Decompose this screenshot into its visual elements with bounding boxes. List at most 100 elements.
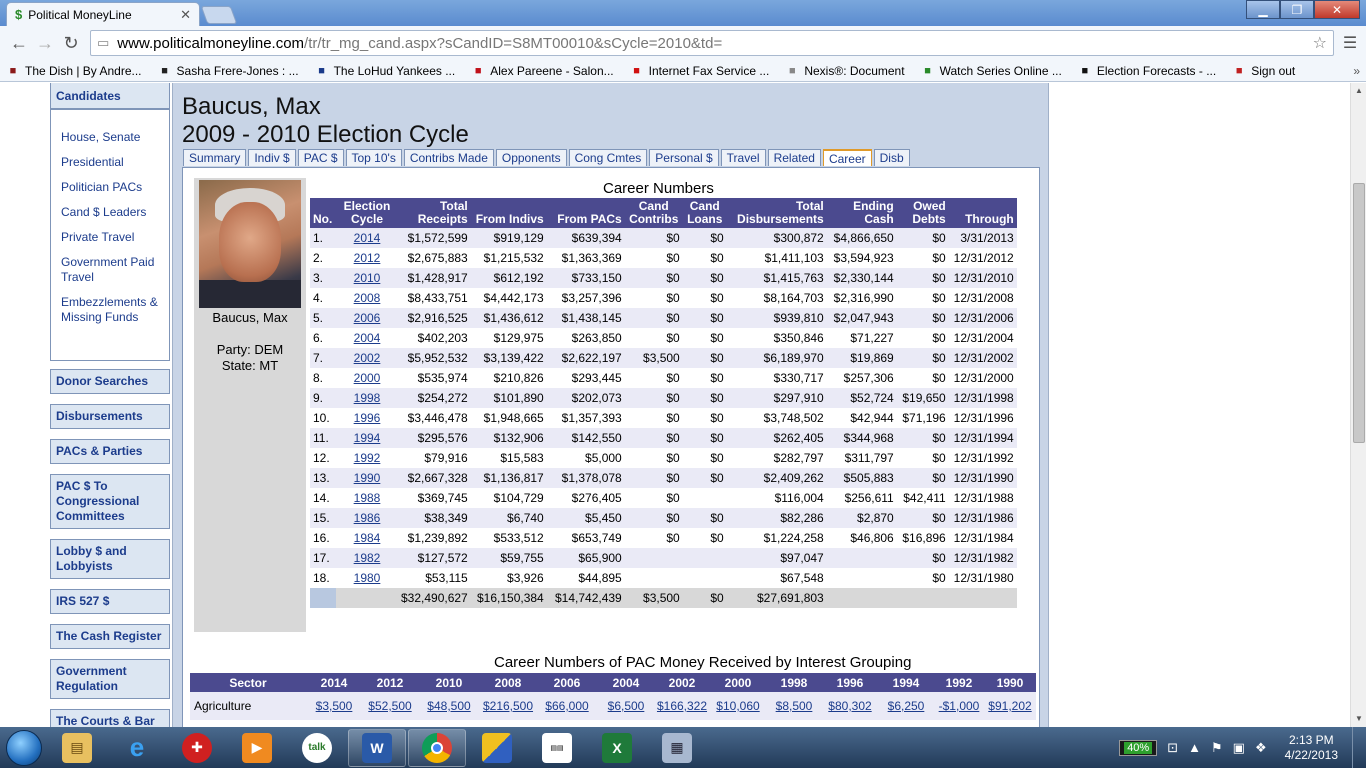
taskbar-explorer[interactable]: ▤ (48, 729, 106, 767)
taskbar-word[interactable]: W (348, 728, 406, 767)
tab-contribs-made[interactable]: Contribs Made (403, 149, 494, 166)
bookmark-item[interactable]: ■ Sign out (1232, 64, 1295, 78)
nav-box-link[interactable]: Disbursements (50, 404, 170, 429)
cycle-link[interactable]: 2014 (354, 231, 381, 245)
tab-cong-cmtes[interactable]: Cong Cmtes (568, 149, 648, 166)
taskbar-ie[interactable]: e (108, 729, 166, 767)
cycle-link[interactable]: 2000 (354, 371, 381, 385)
tab-pac-[interactable]: PAC $ (297, 149, 344, 166)
taskbar-gtalk[interactable]: talk (288, 729, 346, 767)
more-bookmarks-icon[interactable]: » (1353, 64, 1360, 78)
tab-related[interactable]: Related (767, 149, 821, 166)
cycle-link[interactable]: 1990 (354, 471, 381, 485)
cycle-link[interactable]: 2010 (354, 271, 381, 285)
browser-tab[interactable]: $ Political MoneyLine ✕ (6, 2, 200, 26)
battery-indicator[interactable]: 40% (1119, 739, 1158, 756)
bookmark-item[interactable]: ■ The LoHud Yankees ... (315, 64, 455, 78)
taskbar-media[interactable]: ▶ (228, 729, 286, 767)
taskbar-excel[interactable]: X (588, 729, 646, 767)
pac-amount-link[interactable]: $216,500 (483, 699, 533, 713)
show-desktop-button[interactable] (1352, 727, 1366, 768)
nav-box-link[interactable]: PACs & Parties (50, 439, 170, 464)
tab-top-10-s[interactable]: Top 10's (345, 149, 402, 166)
address-bar[interactable]: ▭ www.politicalmoneyline.com/tr/tr_mg_ca… (90, 30, 1334, 56)
cycle-link[interactable]: 2004 (354, 331, 381, 345)
forward-icon[interactable]: → (32, 33, 58, 54)
cycle-link[interactable]: 1984 (354, 531, 381, 545)
tab-personal-[interactable]: Personal $ (649, 149, 719, 166)
bookmark-item[interactable]: ■ Nexis®: Document (785, 64, 905, 78)
pac-amount-link[interactable]: $52,500 (368, 699, 411, 713)
nav-link[interactable]: House, Senate (61, 130, 159, 145)
cycle-link[interactable]: 2008 (354, 291, 381, 305)
bookmark-item[interactable]: ■ Sasha Frere-Jones : ... (158, 64, 298, 78)
nav-box-link[interactable]: IRS 527 $ (50, 589, 170, 614)
taskbar-security[interactable] (468, 729, 526, 767)
bookmark-item[interactable]: ■ The Dish | By Andre... (6, 64, 142, 78)
tab-opponents[interactable]: Opponents (495, 149, 567, 166)
taskbar-chrome[interactable] (408, 728, 466, 767)
action-center-icon[interactable]: ⚑ (1211, 740, 1223, 756)
pac-amount-link[interactable]: $6,500 (608, 699, 645, 713)
nav-link[interactable]: Presidential (61, 155, 159, 170)
new-tab-button[interactable] (200, 6, 238, 24)
taskbar-app-red[interactable]: ✚ (168, 729, 226, 767)
nav-box-link[interactable]: The Courts & Bar (50, 709, 170, 727)
power-icon[interactable]: ▣ (1233, 740, 1245, 756)
bookmark-item[interactable]: ■ Alex Pareene - Salon... (471, 64, 614, 78)
cycle-link[interactable]: 1988 (354, 491, 381, 505)
pac-amount-link[interactable]: $8,500 (776, 699, 813, 713)
pac-amount-link[interactable]: $48,500 (427, 699, 470, 713)
tab-indiv-[interactable]: Indiv $ (248, 149, 296, 166)
nav-candidates[interactable]: Candidates (50, 83, 170, 109)
nav-box-link[interactable]: Government Regulation (50, 659, 170, 699)
pac-amount-link[interactable]: $166,322 (657, 699, 707, 713)
nav-link[interactable]: Private Travel (61, 230, 159, 245)
cycle-link[interactable]: 1980 (354, 571, 381, 585)
minimize-button[interactable]: ▁ (1246, 0, 1280, 19)
tab-travel[interactable]: Travel (720, 149, 766, 166)
close-tab-icon[interactable]: ✕ (180, 7, 191, 23)
show-hidden-icons[interactable]: ▲ (1188, 740, 1201, 755)
maximize-button[interactable]: ❐ (1280, 0, 1314, 19)
network-icon[interactable]: ⊡ (1167, 740, 1178, 756)
tab-career[interactable]: Career (822, 149, 872, 166)
cycle-link[interactable]: 2006 (354, 311, 381, 325)
start-button[interactable] (0, 727, 48, 768)
taskbar-document[interactable]: ▤▤ (528, 729, 586, 767)
cycle-link[interactable]: 1998 (354, 391, 381, 405)
taskbar-calculator[interactable]: ▦ (648, 729, 706, 767)
nav-link[interactable]: Politician PACs (61, 180, 159, 195)
nav-box-link[interactable]: PAC $ To Congressional Committees (50, 474, 170, 529)
back-icon[interactable]: ← (6, 33, 32, 54)
scroll-down-icon[interactable]: ▼ (1351, 711, 1366, 727)
bookmark-item[interactable]: ■ Internet Fax Service ... (630, 64, 769, 78)
bookmark-item[interactable]: ■ Election Forecasts - ... (1078, 64, 1217, 78)
menu-icon[interactable]: ☰ (1340, 33, 1360, 53)
cycle-link[interactable]: 1982 (354, 551, 381, 565)
dropbox-icon[interactable]: ❖ (1255, 740, 1267, 756)
nav-box-link[interactable]: Donor Searches (50, 369, 170, 394)
reload-icon[interactable]: ↻ (58, 33, 84, 54)
bookmark-star-icon[interactable]: ☆ (1313, 33, 1327, 53)
nav-box-link[interactable]: Lobby $ and Lobbyists (50, 539, 170, 579)
nav-link[interactable]: Government Paid Travel (61, 255, 159, 285)
cycle-link[interactable]: 2002 (354, 351, 381, 365)
cycle-link[interactable]: 1986 (354, 511, 381, 525)
tab-summary[interactable]: Summary (183, 149, 247, 166)
pac-amount-link[interactable]: -$1,000 (939, 699, 980, 713)
cycle-link[interactable]: 2012 (354, 251, 381, 265)
cycle-link[interactable]: 1996 (354, 411, 381, 425)
close-window-button[interactable]: ✕ (1314, 0, 1360, 19)
pac-amount-link[interactable]: $6,250 (888, 699, 925, 713)
system-clock[interactable]: 2:13 PM 4/22/2013 (1285, 733, 1338, 763)
vertical-scrollbar[interactable]: ▲ ▼ (1350, 83, 1366, 727)
pac-amount-link[interactable]: $80,302 (828, 699, 871, 713)
pac-amount-link[interactable]: $66,000 (545, 699, 588, 713)
nav-box-link[interactable]: The Cash Register (50, 624, 170, 649)
pac-amount-link[interactable]: $91,202 (988, 699, 1031, 713)
nav-link[interactable]: Cand $ Leaders (61, 205, 159, 220)
bookmark-item[interactable]: ■ Watch Series Online ... (921, 64, 1062, 78)
tab-disb[interactable]: Disb (873, 149, 910, 166)
pac-amount-link[interactable]: $10,060 (716, 699, 759, 713)
